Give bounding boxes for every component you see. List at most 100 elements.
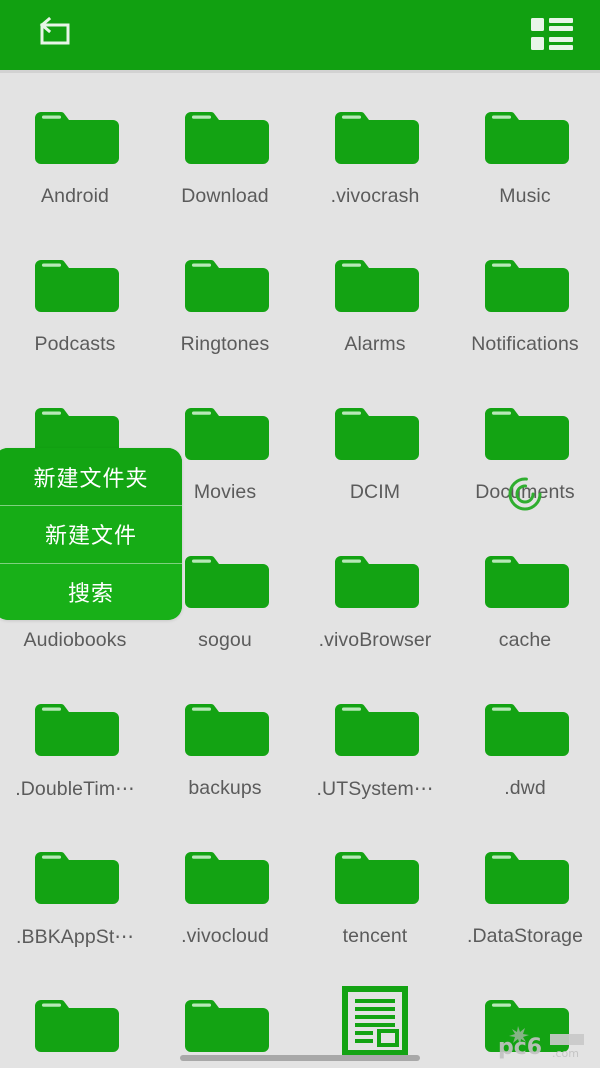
file-grid-item[interactable]: Music (450, 73, 600, 221)
file-icon-wrapper (180, 695, 270, 759)
list-view-icon (531, 18, 573, 50)
file-icon-wrapper (480, 251, 570, 315)
file-item-label: Notifications (471, 333, 579, 355)
folder-icon (35, 112, 119, 164)
file-item-label: DCIM (349, 481, 401, 503)
file-item-label: Audiobooks (23, 629, 127, 651)
file-grid-item[interactable]: tencent (300, 813, 450, 961)
folder-icon (35, 260, 119, 312)
file-icon-wrapper (30, 251, 120, 315)
file-grid-item[interactable]: .DoubleTim⋯ (0, 665, 150, 813)
back-arrow-icon (39, 16, 70, 45)
file-icon-wrapper (330, 251, 420, 315)
file-grid-item[interactable]: Ringtones (150, 221, 300, 369)
file-grid-item[interactable]: .UTSystem⋯ (300, 665, 450, 813)
file-icon-wrapper (330, 695, 420, 759)
file-icon-wrapper (180, 991, 270, 1055)
watermark-logo: pc6 .com (498, 1026, 584, 1060)
file-grid-item[interactable]: Android (0, 73, 150, 221)
folder-icon (35, 1000, 119, 1052)
file-item-label: .BBKAppSt⋯ (15, 926, 135, 948)
file-grid-item[interactable]: .dwd (450, 665, 600, 813)
file-grid-item[interactable]: Documents (450, 369, 600, 517)
file-icon-wrapper (330, 986, 420, 1056)
folder-icon (485, 704, 569, 756)
file-icon-wrapper (30, 695, 120, 759)
file-grid-item[interactable]: Download (150, 73, 300, 221)
file-icon-wrapper (30, 103, 120, 167)
folder-icon (485, 556, 569, 608)
file-grid-item[interactable]: .vivocloud (150, 813, 300, 961)
folder-icon (185, 112, 269, 164)
back-button[interactable] (26, 15, 76, 55)
file-grid-item[interactable]: .vivoBrowser (300, 517, 450, 665)
menu-item-new-folder[interactable]: 新建文件夹 (0, 448, 182, 506)
file-grid-item[interactable]: .DataStorage (450, 813, 600, 961)
file-grid-item[interactable]: DCIM (300, 369, 450, 517)
file-icon-wrapper (180, 843, 270, 907)
file-item-label: Ringtones (180, 333, 270, 355)
file-grid-item[interactable] (300, 961, 450, 1068)
menu-item-new-file[interactable]: 新建文件 (0, 505, 182, 563)
file-grid-item[interactable]: backups (150, 665, 300, 813)
file-item-label: sogou (198, 629, 252, 651)
file-icon-wrapper (180, 251, 270, 315)
file-item-label: .DoubleTim⋯ (15, 778, 135, 800)
file-item-label: Download (181, 185, 269, 207)
file-grid-item[interactable]: cache (450, 517, 600, 665)
file-item-label: Android (41, 185, 109, 207)
file-icon-wrapper (480, 547, 570, 611)
file-icon-wrapper (480, 399, 570, 463)
folder-icon (185, 1000, 269, 1052)
file-grid-item[interactable] (150, 961, 300, 1068)
folder-icon (35, 704, 119, 756)
file-item-label: .DataStorage (466, 925, 584, 947)
file-grid-item[interactable]: Podcasts (0, 221, 150, 369)
file-item-label: Podcasts (34, 333, 116, 355)
file-item-label: backups (188, 777, 262, 799)
folder-icon (485, 852, 569, 904)
file-icon-wrapper (180, 103, 270, 167)
scrollbar-thumb[interactable] (180, 1055, 420, 1061)
folder-icon (335, 112, 419, 164)
folder-icon (185, 852, 269, 904)
file-item-label: .vivoBrowser (318, 629, 432, 651)
file-item-label: cache (498, 629, 552, 651)
file-icon-wrapper (180, 547, 270, 611)
file-item-label: tencent (342, 925, 408, 947)
file-item-label: .vivocrash (330, 185, 420, 207)
file-item-label: .UTSystem⋯ (316, 778, 434, 800)
folder-icon (485, 112, 569, 164)
menu-item-search[interactable]: 搜索 (0, 562, 182, 620)
file-grid-item[interactable]: .vivocrash (300, 73, 450, 221)
file-icon-wrapper (30, 843, 120, 907)
file-item-label: Music (499, 185, 551, 207)
folder-icon (185, 704, 269, 756)
folder-icon (35, 852, 119, 904)
folder-icon (185, 556, 269, 608)
file-item-label: Movies (193, 481, 257, 503)
file-icon-wrapper (30, 991, 120, 1055)
file-icon-wrapper (330, 843, 420, 907)
folder-icon (335, 704, 419, 756)
folder-icon (335, 260, 419, 312)
file-icon-wrapper (180, 399, 270, 463)
file-icon-wrapper (330, 399, 420, 463)
file-grid-item[interactable]: Alarms (300, 221, 450, 369)
file-icon-wrapper (480, 843, 570, 907)
file-grid-item[interactable] (0, 961, 150, 1068)
folder-icon (485, 260, 569, 312)
svg-text:pc6: pc6 (498, 1035, 542, 1060)
folder-icon (335, 852, 419, 904)
folder-icon (485, 408, 569, 460)
folder-icon (185, 408, 269, 460)
top-app-bar (0, 0, 600, 70)
file-item-label: .vivocloud (181, 925, 269, 947)
file-grid-item[interactable]: .BBKAppSt⋯ (0, 813, 150, 961)
view-toggle-button[interactable] (530, 16, 574, 54)
file-grid-item[interactable]: Notifications (450, 221, 600, 369)
svg-text:.com: .com (552, 1047, 579, 1060)
folder-icon (335, 408, 419, 460)
folder-icon (185, 260, 269, 312)
file-icon-wrapper (480, 695, 570, 759)
